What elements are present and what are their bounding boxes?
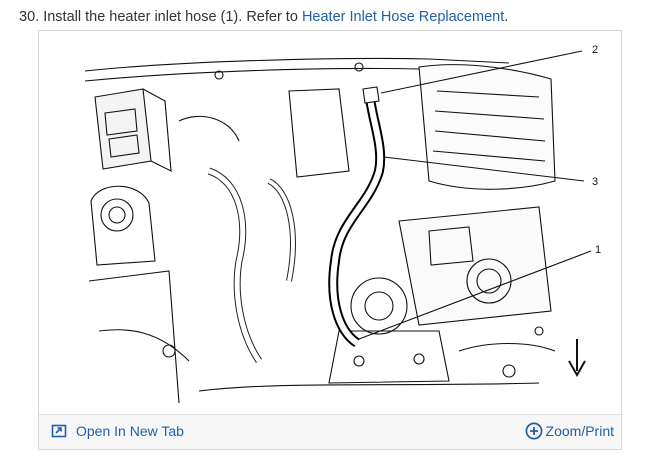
heater-inlet-hose-replacement-link[interactable]: Heater Inlet Hose Replacement <box>302 9 504 25</box>
open-new-tab-icon <box>51 424 67 438</box>
callout-2: 2 <box>592 44 599 56</box>
zoom-print-label: Zoom/Print <box>545 423 614 439</box>
callout-1: 1 <box>595 244 602 256</box>
open-in-new-tab-label: Open In New Tab <box>76 423 184 439</box>
zoom-plus-icon <box>525 422 542 440</box>
callout-3: 3 <box>592 176 599 188</box>
open-in-new-tab-button[interactable]: Open In New Tab <box>51 423 184 439</box>
zoom-print-button[interactable]: Zoom/Print <box>525 422 614 440</box>
step-instruction: 30. Install the heater inlet hose (1). R… <box>19 7 508 27</box>
engine-bay-illustration <box>83 44 592 404</box>
step-end: . <box>504 9 509 25</box>
step-text: Install the heater inlet hose (1). Refer… <box>43 9 298 25</box>
figure-footer: Open In New Tab Zoom/Print <box>39 414 621 449</box>
step-number: 30. <box>19 9 40 25</box>
figure-panel: 2 3 1 Open In New Tab Zoom/Print <box>38 30 622 450</box>
